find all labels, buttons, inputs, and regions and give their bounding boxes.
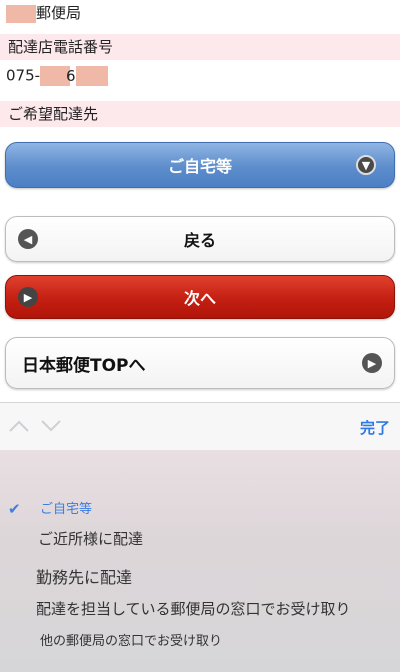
destination-label: ご希望配達先: [8, 105, 99, 123]
done-button[interactable]: 完了: [360, 417, 390, 438]
chevron-left-icon: ◀: [18, 229, 38, 249]
chevron-down-icon[interactable]: [40, 417, 62, 437]
back-button[interactable]: ◀ 戻る: [5, 216, 395, 262]
japanpost-top-button[interactable]: 日本郵便TOPへ ▶: [5, 337, 395, 389]
chevron-down-icon: ▼: [356, 155, 376, 175]
chevron-right-icon: ▶: [362, 353, 382, 373]
picker-toolbar: 完了: [0, 402, 400, 450]
destination-select-value: ご自宅等: [167, 157, 232, 176]
back-label: 戻る: [183, 231, 216, 250]
phone-mid: 6: [66, 66, 76, 85]
picker-option[interactable]: ご自宅等: [40, 498, 92, 517]
chevron-right-icon: ▶: [18, 287, 38, 307]
redacted-block: [6, 4, 36, 23]
checkmark-icon: ✔: [8, 500, 21, 518]
picker-option[interactable]: 勤務先に配達: [36, 564, 132, 588]
phone-label: 配達店電話番号: [8, 38, 114, 56]
phone-prefix: 075-: [6, 66, 41, 85]
office-suffix: 郵便局: [36, 4, 82, 22]
picker-option[interactable]: 他の郵便局の窓口でお受け取り: [40, 630, 222, 649]
phone-label-band: 配達店電話番号: [0, 34, 400, 60]
chevron-up-icon[interactable]: [8, 417, 30, 437]
destination-select[interactable]: ご自宅等 ▼: [5, 142, 395, 188]
japanpost-top-label: 日本郵便TOPへ: [22, 355, 146, 376]
destination-label-band: ご希望配達先: [0, 101, 400, 127]
picker-option[interactable]: ご近所様に配達: [38, 528, 143, 549]
post-office-name: 郵便局: [6, 2, 81, 23]
next-button[interactable]: ▶ 次へ: [5, 275, 395, 319]
next-label: 次へ: [183, 289, 216, 308]
phone-number: 075- 6: [6, 66, 108, 86]
picker-option[interactable]: 配達を担当している郵便局の窓口でお受け取り: [36, 598, 351, 619]
redacted-block: [75, 66, 108, 86]
